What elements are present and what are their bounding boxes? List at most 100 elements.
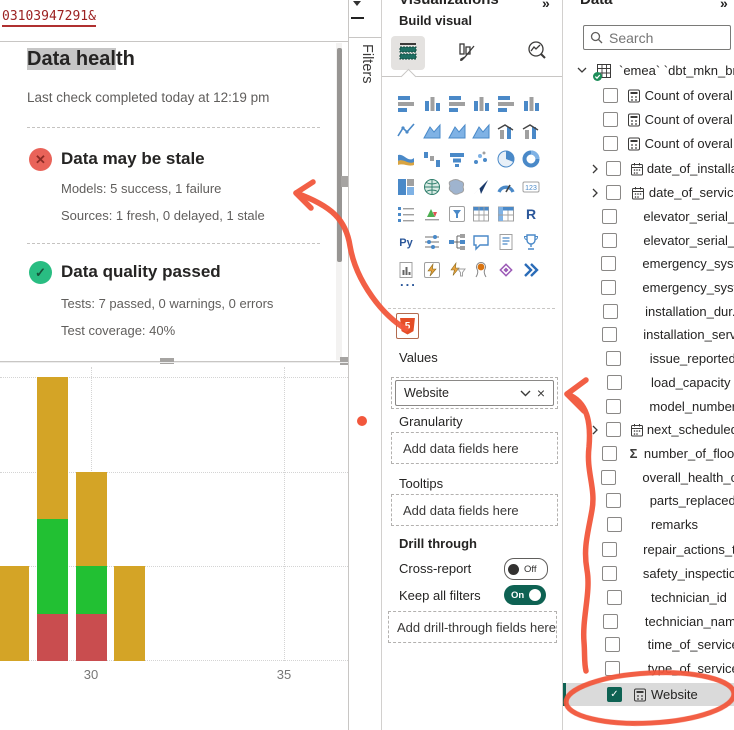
field-row-count-of-overal[interactable]: Count of overal... (563, 108, 734, 131)
visual-type-100-stacked-column-chart[interactable] (520, 92, 542, 114)
visual-type-stacked-column-chart[interactable] (421, 92, 443, 114)
field-checkbox[interactable] (607, 375, 622, 390)
collapse-pane-icon[interactable]: » (720, 0, 728, 11)
visual-type-purple-diamond-visual[interactable] (495, 259, 517, 281)
field-checkbox[interactable] (601, 256, 616, 271)
field-row-time-of-service[interactable]: time_of_service (563, 633, 734, 656)
field-row-next-scheduled[interactable]: next_scheduled... (563, 418, 734, 441)
visual-type-line-and-stacked-column-chart[interactable] (495, 120, 517, 142)
bar-segment-segment-red[interactable] (76, 614, 107, 661)
visual-type-chevrons-visual[interactable] (520, 259, 542, 281)
chevron-down-icon[interactable] (520, 384, 531, 402)
visual-type-azure-map[interactable] (470, 176, 492, 198)
bar-segment-segment-red[interactable] (37, 614, 68, 661)
tab-build-visual[interactable] (391, 36, 425, 70)
visual-type-smart-narrative[interactable] (495, 231, 517, 253)
visual-type-decomposition-tree[interactable] (446, 231, 468, 253)
table-row-dataset[interactable]: `emea` `dbt_mkn_bron... (563, 59, 734, 82)
field-row-emergency-syst[interactable]: emergency_syst... (563, 276, 734, 299)
bar-segment-segment-amber[interactable] (76, 472, 107, 567)
chevron-right-icon[interactable] (592, 188, 599, 198)
field-row-repair-actions-t[interactable]: repair_actions_t... (563, 538, 734, 561)
field-checkbox[interactable] (603, 304, 618, 319)
field-row-installation-serv[interactable]: installation_serv... (563, 323, 734, 346)
field-checkbox[interactable] (605, 637, 620, 652)
field-checkbox[interactable] (601, 280, 616, 295)
drill-through-field-well[interactable]: Add drill-through fields here (388, 611, 557, 643)
visual-type-table[interactable] (470, 203, 492, 225)
visual-type-stacked-bar-chart[interactable] (395, 92, 417, 114)
visual-type-filled-map[interactable] (446, 176, 468, 198)
visual-type-line-chart[interactable] (395, 120, 417, 142)
field-checkbox[interactable] (606, 493, 621, 508)
field-checkbox[interactable] (606, 399, 621, 414)
field-checkbox[interactable] (607, 517, 622, 532)
field-checkbox[interactable] (602, 542, 617, 557)
visual-type-multi-row-card[interactable] (395, 203, 417, 225)
field-checkbox[interactable] (607, 590, 622, 605)
visual-type-card[interactable]: 123 (520, 176, 542, 198)
minimize-icon[interactable] (351, 17, 364, 19)
field-checkbox[interactable] (603, 88, 618, 103)
field-row-overall-health-c[interactable]: overall_health_c... (563, 466, 734, 489)
visual-type-scatter-chart[interactable] (470, 148, 492, 170)
visual-type-key-influencers[interactable] (421, 231, 443, 253)
visual-type-treemap[interactable] (395, 176, 417, 198)
collapse-pane-icon[interactable]: » (542, 0, 550, 11)
field-row-issue-reported[interactable]: issue_reported (563, 347, 734, 370)
bar-segment-segment-green[interactable] (37, 519, 68, 614)
field-row-number-of-floo[interactable]: Σnumber_of_floo... (563, 442, 734, 465)
visual-type-clustered-bar-chart[interactable] (446, 92, 468, 114)
visual-type-power-automate[interactable] (446, 259, 468, 281)
visual-type-power-apps[interactable] (421, 259, 443, 281)
cross-report-toggle[interactable]: Off (504, 558, 548, 580)
visual-type-python-visual[interactable]: Py (395, 231, 417, 253)
visual-type-qa-visual[interactable] (470, 231, 492, 253)
visual-type-donut-chart[interactable] (520, 148, 542, 170)
chevron-right-icon[interactable] (592, 164, 599, 174)
remove-field-icon[interactable]: × (537, 385, 545, 401)
visual-type-matrix[interactable] (495, 203, 517, 225)
values-field-pill[interactable]: Website × (395, 380, 554, 406)
visual-type-stacked-area-chart[interactable] (446, 120, 468, 142)
field-checkbox[interactable] (602, 209, 617, 224)
visual-type-map[interactable] (421, 176, 443, 198)
field-row-count-of-overal[interactable]: Count of overal... (563, 84, 734, 107)
visual-type-slicer[interactable] (446, 203, 468, 225)
field-checkbox[interactable] (606, 351, 621, 366)
field-row-elevator-serial[interactable]: elevator_serial_... (563, 229, 734, 252)
visual-type-r-script-visual[interactable]: R (520, 203, 542, 225)
field-checkbox[interactable] (603, 136, 618, 151)
field-checkbox[interactable]: ✓ (607, 687, 622, 702)
visual-type-kpi[interactable] (421, 203, 443, 225)
data-health-card-visual[interactable]: Data health Last check completed today a… (0, 42, 346, 362)
field-checkbox[interactable] (602, 446, 617, 461)
field-row-technician-name[interactable]: technician_name (563, 610, 734, 633)
field-row-load-capacity[interactable]: load_capacity (563, 371, 734, 394)
visual-type-arcgis-maps[interactable] (470, 259, 492, 281)
bar-segment-segment-amber[interactable] (37, 377, 68, 519)
field-row-elevator-serial[interactable]: elevator_serial_... (563, 205, 734, 228)
tab-analytics[interactable] (520, 36, 554, 70)
report-canvas[interactable]: 03103947291& Data health Last check comp… (0, 0, 349, 730)
field-checkbox[interactable] (606, 422, 621, 437)
field-row-count-of-overal[interactable]: Count of overal... (563, 132, 734, 155)
field-row-parts-replaced[interactable]: parts_replaced (563, 489, 734, 512)
bar-segment-segment-green[interactable] (76, 566, 107, 613)
values-field-well[interactable]: Website × (391, 377, 558, 409)
visual-type-line-and-clustered-column-chart[interactable] (520, 120, 542, 142)
chevron-down-icon[interactable] (353, 1, 361, 6)
search-input[interactable] (607, 29, 730, 47)
tooltips-field-well[interactable]: Add data fields here (391, 494, 558, 526)
visual-type-waterfall-chart[interactable] (421, 148, 443, 170)
granularity-field-well[interactable]: Add data fields here (391, 432, 558, 464)
field-row-remarks[interactable]: remarks (563, 513, 734, 536)
visual-type-metrics[interactable] (520, 231, 542, 253)
field-checkbox[interactable] (605, 661, 620, 676)
visual-type-clustered-column-chart[interactable] (470, 92, 492, 114)
field-checkbox[interactable] (606, 161, 621, 176)
visual-type-100-stacked-area-chart[interactable] (470, 120, 492, 142)
field-checkbox[interactable] (602, 566, 617, 581)
visual-type-area-chart[interactable] (421, 120, 443, 142)
field-row-model-number[interactable]: model_number (563, 395, 734, 418)
